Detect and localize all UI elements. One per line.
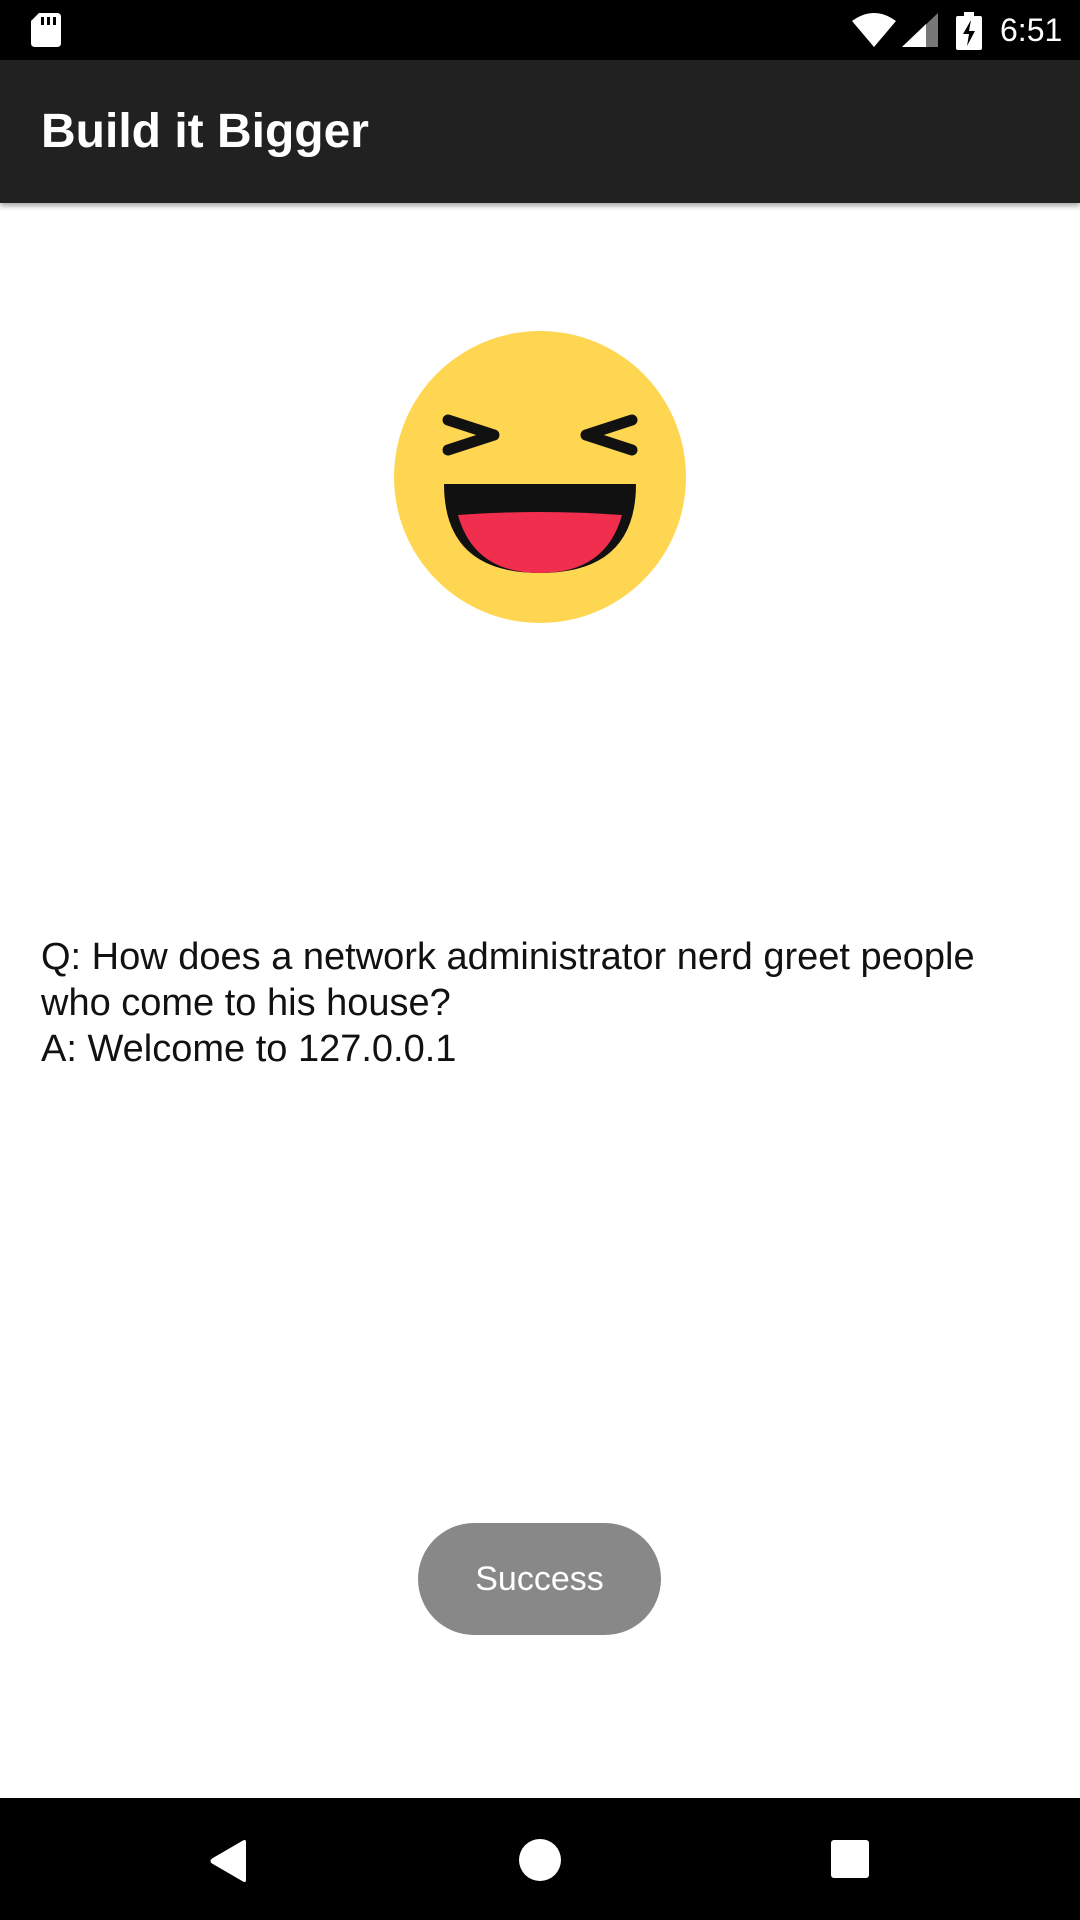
status-bar: 6:51 — [0, 0, 1080, 60]
app-screen: 6:51 Build it Bigger Q: How does a netwo… — [0, 0, 1080, 1920]
back-icon[interactable] — [206, 1838, 250, 1884]
cell-signal-icon — [902, 13, 938, 47]
joke-question-line-2: who come to his house? — [41, 982, 451, 1024]
success-toast: Success — [418, 1523, 661, 1635]
app-toolbar: Build it Bigger — [0, 60, 1080, 203]
navigation-bar — [0, 1798, 1080, 1920]
status-time: 6:51 — [1000, 12, 1063, 48]
recents-icon[interactable] — [830, 1839, 870, 1879]
battery-charging-icon — [956, 12, 982, 50]
joke-question-line-1: Q: How does a network administrator nerd… — [41, 936, 975, 978]
home-icon[interactable] — [518, 1838, 562, 1882]
laughing-emoji-icon — [394, 331, 686, 623]
joke-text: Q: How does a network administrator nerd… — [41, 934, 1041, 1072]
wifi-icon — [852, 13, 896, 47]
joke-answer-line: A: Welcome to 127.0.0.1 — [41, 1028, 457, 1070]
toolbar-title: Build it Bigger — [41, 105, 369, 158]
sd-card-icon — [31, 13, 61, 47]
